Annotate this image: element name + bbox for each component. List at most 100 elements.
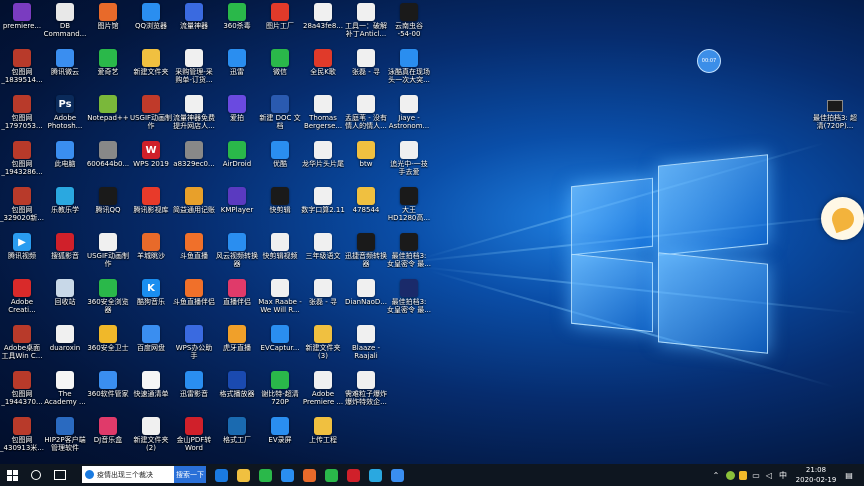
desktop-icon[interactable]: Adobe Creati...: [0, 277, 45, 321]
floating-ball[interactable]: 00:07: [697, 49, 721, 73]
desktop-icon[interactable]: 龙华片头片尾: [300, 139, 346, 183]
desktop-icon[interactable]: 包图网 _1943286...: [0, 139, 45, 183]
desktop-icon[interactable]: 斗鱼直播伴侣: [171, 277, 217, 321]
desktop-icon[interactable]: 泳酷真在现场 头一次大突...: [386, 47, 432, 91]
desktop-icon[interactable]: 最佳拍档3: 女皇密令 最...: [386, 277, 432, 321]
desktop-icon[interactable]: DB Command...: [42, 1, 88, 45]
desktop-icon[interactable]: 包图网 _1797053...: [0, 93, 45, 137]
task-view-button[interactable]: [48, 464, 72, 486]
desktop-icon[interactable]: Notepad++: [85, 93, 131, 137]
desktop-icon[interactable]: 张磊 - 寻: [300, 277, 346, 321]
desktop-icon[interactable]: 风云视频转换 器: [214, 231, 260, 275]
desktop-icon[interactable]: EVCaptur...: [257, 323, 303, 367]
desktop-icon[interactable]: 包图网 _1944370...: [0, 369, 45, 413]
desktop-icon[interactable]: 腾讯微云: [42, 47, 88, 91]
desktop-icon[interactable]: 格式播放器: [214, 369, 260, 413]
desktop-icon[interactable]: Max Raabe - We Will R...: [257, 277, 303, 321]
desktop-icon[interactable]: Jiaye - Astronom...: [386, 93, 432, 137]
desktop-icon[interactable]: 云南虫谷 -54-00: [386, 1, 432, 45]
notification-icon[interactable]: ▤: [843, 469, 855, 481]
desktop-icon[interactable]: 简益通用记账: [171, 185, 217, 229]
desktop-icon[interactable]: 包图网 _329020新...: [0, 185, 45, 229]
desktop-icon[interactable]: 快剪辑视频: [257, 231, 303, 275]
desktop-icon[interactable]: 快速通清单: [128, 369, 174, 413]
desktop-icon[interactable]: 360杀毒: [214, 1, 260, 45]
tray-expand-icon[interactable]: ⌃: [710, 469, 722, 481]
desktop-icon[interactable]: 此电脑: [42, 139, 88, 183]
desktop-icon[interactable]: 快剪辑: [257, 185, 303, 229]
desktop-icon[interactable]: 羊城眺沙: [128, 231, 174, 275]
desktop-icon[interactable]: DJ音乐盒: [85, 415, 131, 459]
desktop-icon[interactable]: 流量神器免费 提升网店人...: [171, 93, 217, 137]
start-button[interactable]: [0, 464, 24, 486]
tray-shield-icon[interactable]: [737, 469, 749, 481]
desktop-icon[interactable]: AirDroid: [214, 139, 260, 183]
bird-assistant-icon[interactable]: [821, 197, 864, 240]
desktop-icon[interactable]: 微信: [257, 47, 303, 91]
ime-indicator[interactable]: 中: [777, 469, 789, 481]
desktop-icon[interactable]: K 酷狗音乐: [128, 277, 174, 321]
desktop-icon[interactable]: DianNaoD...: [343, 277, 389, 321]
desktop-icon[interactable]: 新建 DOC 文 档: [257, 93, 303, 137]
taskbar-app-store-icon[interactable]: [276, 464, 298, 486]
search-input[interactable]: 疫情出现三个裁决: [82, 466, 174, 483]
desktop-icon[interactable]: 张磊 - 寻: [343, 47, 389, 91]
taskbar-app-player-icon[interactable]: [364, 464, 386, 486]
desktop-icon[interactable]: 追光中-一技 手去爱: [386, 139, 432, 183]
desktop-icon[interactable]: 全民K歌: [300, 47, 346, 91]
desktop-icon[interactable]: 包图网 _430913米...: [0, 415, 45, 459]
desktop-icon[interactable]: 最佳拍档3: 女皇密令 最...: [386, 231, 432, 275]
desktop-icon[interactable]: 大王 HD1280高...: [386, 185, 432, 229]
desktop-icon[interactable]: btw: [343, 139, 389, 183]
desktop-icon[interactable]: 三年级语文: [300, 231, 346, 275]
desktop-icon[interactable]: 优酷: [257, 139, 303, 183]
desktop-icon[interactable]: 迅雷影音: [171, 369, 217, 413]
desktop-icon[interactable]: a8329ec0...: [171, 139, 217, 183]
desktop-icon[interactable]: 包图网 _1839514...: [0, 47, 45, 91]
desktop-icon[interactable]: 回收站: [42, 277, 88, 321]
desktop-icon[interactable]: 360安全卫士: [85, 323, 131, 367]
desktop-icon[interactable]: 乐教乐学: [42, 185, 88, 229]
desktop-icon[interactable]: 腾讯影视库: [128, 185, 174, 229]
desktop-icon[interactable]: Adobe Premiere ...: [300, 369, 346, 413]
desktop-icon[interactable]: 新建文件夹 (3): [300, 323, 346, 367]
desktop-icon[interactable]: Thomas Bergerse...: [300, 93, 346, 137]
desktop-icon[interactable]: 上传工程: [300, 415, 346, 459]
desktop-icon[interactable]: 数字口算2.11: [300, 185, 346, 229]
desktop-icon[interactable]: 孟庭苇 - 没有 情人的情人...: [343, 93, 389, 137]
taskbar-app-app-icon[interactable]: [298, 464, 320, 486]
desktop-icon[interactable]: 360软件管家: [85, 369, 131, 413]
desktop-icon[interactable]: 爱拍: [214, 93, 260, 137]
network-icon[interactable]: ▭: [750, 469, 762, 481]
desktop-icon[interactable]: 360安全浏览 器: [85, 277, 131, 321]
taskbar-app-kuaishou-icon[interactable]: [386, 464, 408, 486]
desktop-icon[interactable]: Ps Adobe Photosh...: [42, 93, 88, 137]
video-file-icon[interactable]: 最佳拍档3: 超清(720P)...: [812, 100, 858, 130]
desktop-icon[interactable]: 迅雷: [214, 47, 260, 91]
tray-app-icon[interactable]: [724, 469, 736, 481]
desktop-icon[interactable]: 爱奇艺: [85, 47, 131, 91]
desktop-icon[interactable]: 28a43fe8...: [300, 1, 346, 45]
search-button[interactable]: 搜索一下: [174, 466, 206, 483]
desktop-icon[interactable]: 谢比特-超清 720P: [257, 369, 303, 413]
taskbar-app-wechat-icon[interactable]: [320, 464, 342, 486]
desktop-icon[interactable]: duaroxin: [42, 323, 88, 367]
taskbar-app-file-explorer-icon[interactable]: [232, 464, 254, 486]
desktop-icon[interactable]: ▶ 腾讯视频: [0, 231, 45, 275]
desktop-icon[interactable]: WPS办公助 手: [171, 323, 217, 367]
desktop-icon[interactable]: Adobe桌面 工具Win C...: [0, 323, 45, 367]
desktop-icon[interactable]: 600644b0...: [85, 139, 131, 183]
desktop-icon[interactable]: EV录屏: [257, 415, 303, 459]
desktop-icon[interactable]: 工具一：破解 补丁Anticl...: [343, 1, 389, 45]
cortana-button[interactable]: [24, 464, 48, 486]
desktop-icon[interactable]: QQ浏览器: [128, 1, 174, 45]
volume-icon[interactable]: ◁: [763, 469, 775, 481]
desktop-icon[interactable]: 图片馆: [85, 1, 131, 45]
desktop-icon[interactable]: 斗鱼直播: [171, 231, 217, 275]
desktop-icon[interactable]: KMPlayer: [214, 185, 260, 229]
desktop-icon[interactable]: 新建文件夹 (2): [128, 415, 174, 459]
desktop-icon[interactable]: 格式工厂: [214, 415, 260, 459]
desktop-icon[interactable]: 迅捷音频转换 器: [343, 231, 389, 275]
desktop-icon[interactable]: Blaaze - Raajali: [343, 323, 389, 367]
desktop-icon[interactable]: 搜狐影音: [42, 231, 88, 275]
